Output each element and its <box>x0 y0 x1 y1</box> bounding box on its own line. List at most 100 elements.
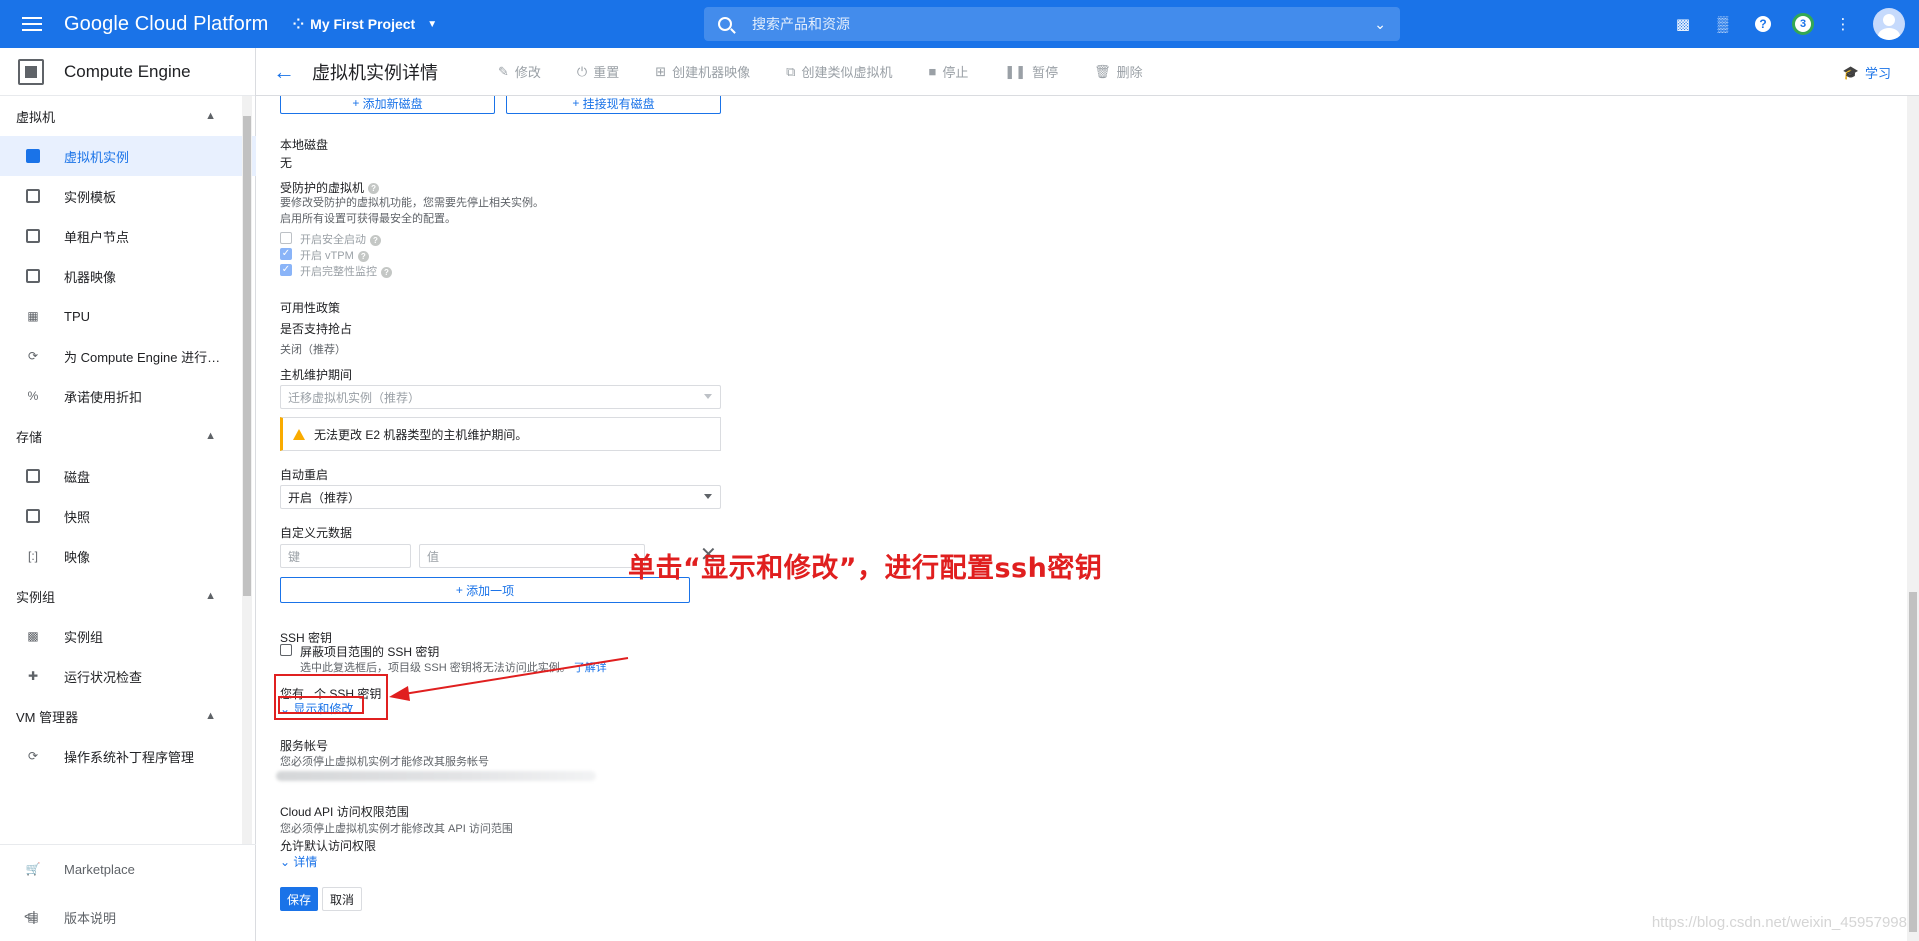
project-icon: ⁘ <box>292 15 305 32</box>
sidebar-item-label: 实例模板 <box>64 189 117 205</box>
sidebar-item-label: 单租户节点 <box>64 229 130 245</box>
sidebar-section-vm-manager[interactable]: VM 管理器 ▲ <box>0 696 256 736</box>
disk-icon <box>26 469 40 483</box>
sidebar-item-label: 版本说明 <box>64 910 117 926</box>
sidebar-item-label: Marketplace <box>64 861 135 877</box>
help-button[interactable]: ? <box>1743 0 1783 48</box>
section-label: 虚拟机 <box>16 109 56 125</box>
percent-icon: % <box>27 389 39 403</box>
more-vert-icon[interactable]: ⋮ <box>1823 0 1863 48</box>
sidebar-item-instance-groups[interactable]: ▩ 实例组 <box>0 616 256 656</box>
chevron-up-icon: ▲ <box>205 710 216 722</box>
annotation-text: 单击“显示和修改”，进行配置ssh密钥 <box>628 553 1103 584</box>
edit-button[interactable]: ✎ 修改 <box>498 62 541 81</box>
template-icon <box>26 189 40 203</box>
sidebar-section-vm[interactable]: 虚拟机 ▲ <box>0 96 256 136</box>
sidebar-item-sole-tenant[interactable]: 单租户节点 <box>0 216 256 256</box>
sidebar-section-instance-groups[interactable]: 实例组 ▲ <box>0 576 256 616</box>
collapse-sidebar-icon[interactable]: <| <box>24 908 36 924</box>
gift-icon[interactable]: ▩ <box>1663 0 1703 48</box>
sidebar-item-tpu[interactable]: ▦ TPU <box>0 296 256 336</box>
stop-icon: ■ <box>928 64 937 79</box>
search-input[interactable]: 搜索产品和资源 <box>752 14 850 34</box>
product-title: Compute Engine <box>64 61 191 81</box>
sidebar-item-label: 机器映像 <box>64 269 117 285</box>
reset-button[interactable]: ⏻ 重置 <box>577 62 619 81</box>
section-label: 实例组 <box>16 589 56 605</box>
sidebar-item-vm-instances[interactable]: 虚拟机实例 <box>0 136 256 176</box>
sidebar-scrollbar[interactable] <box>242 96 252 844</box>
page-header: ← 虚拟机实例详情 ✎ 修改 ⏻ 重置 ⊞ 创建机器映像 ⧉ 创建类似虚拟机 ■ 停止 ❚… <box>256 48 1919 96</box>
watermark: https://blog.csdn.net/weixin_45957998 <box>1651 914 1907 931</box>
cloud-shell-icon[interactable]: ▒ <box>1703 0 1743 48</box>
pause-button[interactable]: ❚❚ 暂停 <box>1004 62 1058 81</box>
sidebar: Compute Engine 虚拟机 ▲ 虚拟机实例 实例模板 单租户节点 机器映… <box>0 48 256 941</box>
action-label: 暂停 <box>1032 65 1059 80</box>
top-app-bar: Google Cloud Platform ⁘ My First Project… <box>0 0 1919 48</box>
sidebar-item-label: 磁盘 <box>64 469 91 485</box>
app-brand[interactable]: Google Cloud Platform <box>64 13 268 36</box>
health-check-icon: ✚ <box>27 669 39 683</box>
recommendation-icon: ⟳ <box>27 349 39 363</box>
main-scrollbar[interactable] <box>1907 96 1919 941</box>
sidebar-item-label: TPU <box>64 308 90 324</box>
sidebar-item-images[interactable]: [:] 映像 <box>0 536 256 576</box>
action-label: 创建类似虚拟机 <box>801 65 893 80</box>
chevron-up-icon: ▲ <box>205 430 216 442</box>
action-label: 创建机器映像 <box>672 65 751 80</box>
project-name: My First Project <box>310 16 416 32</box>
sidebar-item-label: 虚拟机实例 <box>64 149 130 165</box>
sidebar-item-release-notes[interactable]: ▤ 版本说明 <box>0 893 256 941</box>
delete-button[interactable]: 🗑 删除 <box>1094 62 1143 81</box>
notification-badge: 3 <box>1792 13 1814 35</box>
project-selector[interactable]: ⁘ My First Project ▼ <box>292 16 437 33</box>
snapshot-icon <box>26 509 40 523</box>
section-label: VM 管理器 <box>16 709 79 725</box>
sidebar-item-label: 映像 <box>64 549 91 565</box>
back-arrow-icon[interactable]: ← <box>256 48 312 96</box>
learn-button[interactable]: 🎓 学习 <box>1843 63 1891 82</box>
stop-button[interactable]: ■ 停止 <box>928 62 968 81</box>
machine-image-icon <box>26 269 40 283</box>
sidebar-item-marketplace[interactable]: 🛒 Marketplace <box>0 845 256 893</box>
caret-down-icon: ▼ <box>427 18 438 30</box>
sidebar-item-label: 承诺使用折扣 <box>64 389 143 405</box>
sidebar-item-label: 快照 <box>64 509 91 525</box>
search-bar[interactable]: 搜索产品和资源 ⌄ <box>704 7 1400 41</box>
power-icon: ⏻ <box>576 63 588 79</box>
product-header[interactable]: Compute Engine <box>0 48 255 96</box>
compute-engine-icon <box>18 58 44 85</box>
sidebar-item-recommendations[interactable]: ⟳ 为 Compute Engine 进行… <box>0 336 256 376</box>
chevron-down-icon[interactable]: ⌄ <box>1374 16 1386 33</box>
sidebar-section-storage[interactable]: 存储 ▲ <box>0 416 256 456</box>
instance-edit-form: + 添加新磁盘 + 挂接现有磁盘 本地磁盘 无 受防护的虚拟机? 要修改受防护的… <box>256 96 1919 941</box>
scroll-thumb[interactable] <box>1909 592 1917 932</box>
sidebar-item-health-checks[interactable]: ✚ 运行状况检查 <box>0 656 256 696</box>
menu-icon[interactable] <box>0 0 64 48</box>
cart-icon: 🛒 <box>25 862 41 876</box>
create-machine-image-button[interactable]: ⊞ 创建机器映像 <box>655 62 750 81</box>
action-label: 重置 <box>593 65 620 80</box>
chevron-up-icon: ▲ <box>205 590 216 602</box>
sidebar-item-os-patch[interactable]: ⟳ 操作系统补丁程序管理 <box>0 736 256 776</box>
sidebar-item-instance-templates[interactable]: 实例模板 <box>0 176 256 216</box>
sidebar-item-committed-use[interactable]: % 承诺使用折扣 <box>0 376 256 416</box>
action-label: 停止 <box>942 65 969 80</box>
sidebar-item-label: 为 Compute Engine 进行… <box>64 349 221 365</box>
trash-icon: 🗑 <box>1094 63 1111 79</box>
sidebar-footer: 🛒 Marketplace ▤ 版本说明 <box>0 844 256 941</box>
avatar[interactable] <box>1873 8 1905 40</box>
notifications-button[interactable]: 3 <box>1783 0 1823 48</box>
scroll-thumb[interactable] <box>243 116 251 596</box>
copy-icon: ⧉ <box>786 63 796 79</box>
sidebar-item-machine-images[interactable]: 机器映像 <box>0 256 256 296</box>
add-box-icon: ⊞ <box>655 63 667 79</box>
sidebar-item-label: 操作系统补丁程序管理 <box>64 749 195 765</box>
search-icon <box>718 17 732 31</box>
pencil-icon: ✎ <box>498 63 509 79</box>
action-label: 删除 <box>1116 65 1143 80</box>
sidebar-item-snapshots[interactable]: 快照 <box>0 496 256 536</box>
create-similar-button[interactable]: ⧉ 创建类似虚拟机 <box>786 62 892 81</box>
school-icon: 🎓 <box>1842 64 1859 80</box>
sidebar-item-disks[interactable]: 磁盘 <box>0 456 256 496</box>
